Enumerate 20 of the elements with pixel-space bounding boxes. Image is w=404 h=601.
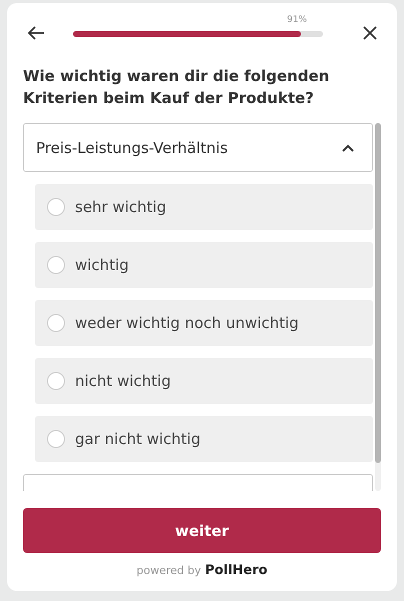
criterion-header[interactable]: Preis-Leistungs-Verhältnis <box>23 123 373 172</box>
question-text: Wie wichtig waren dir die folgenden Kriterien beim Kauf der Produkte? <box>23 66 330 109</box>
answer-option[interactable]: sehr wichtig <box>35 184 373 230</box>
close-icon <box>363 26 377 40</box>
radio-button[interactable] <box>47 314 65 332</box>
back-arrow-icon <box>27 25 45 41</box>
radio-button[interactable] <box>47 256 65 274</box>
next-button[interactable]: weiter <box>23 508 381 553</box>
scrollbar-thumb[interactable] <box>375 123 381 463</box>
answer-option[interactable]: weder wichtig noch unwichtig <box>35 300 373 346</box>
answer-option[interactable]: gar nicht wichtig <box>35 416 373 462</box>
radio-button[interactable] <box>47 198 65 216</box>
powered-by-text: powered by <box>136 564 202 577</box>
brand-logo: PollHero <box>205 563 268 578</box>
radio-button[interactable] <box>47 430 65 448</box>
answer-option[interactable]: nicht wichtig <box>35 358 373 404</box>
progress-percent: 91% <box>286 15 307 25</box>
chevron-up-icon <box>342 144 354 152</box>
radio-button[interactable] <box>47 372 65 390</box>
answer-option[interactable]: wichtig <box>35 242 373 288</box>
